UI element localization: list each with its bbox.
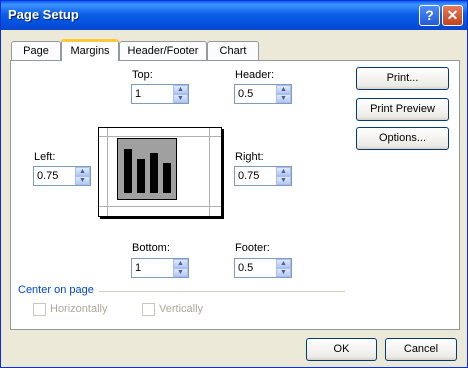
left-margin-spinner[interactable]: 0.75 ▲ ▼	[33, 166, 91, 186]
spin-down-icon[interactable]: ▼	[276, 176, 291, 185]
footer-label: Footer:	[235, 242, 270, 254]
window-title: Page Setup	[8, 7, 79, 22]
header-guide	[99, 136, 221, 137]
spin-up-icon[interactable]: ▲	[276, 167, 291, 176]
footer-margin-spinner[interactable]: 0.5 ▲ ▼	[234, 258, 292, 278]
bottom-label: Bottom:	[132, 242, 170, 254]
left-guide	[107, 128, 108, 216]
spin-up-icon[interactable]: ▲	[75, 167, 90, 176]
print-button[interactable]: Print...	[356, 67, 449, 90]
left-label: Left:	[34, 151, 56, 163]
chart-preview-icon	[117, 138, 177, 200]
spin-up-icon[interactable]: ▲	[276, 259, 291, 268]
ok-button[interactable]: OK	[306, 338, 377, 361]
spin-up-icon[interactable]: ▲	[173, 85, 188, 94]
vertically-checkbox[interactable]	[142, 303, 155, 316]
tab-chart[interactable]: Chart	[207, 41, 259, 60]
spin-down-icon[interactable]: ▼	[276, 268, 291, 277]
preview-bar	[163, 163, 171, 193]
spin-up-icon[interactable]: ▲	[173, 259, 188, 268]
left-margin-value: 0.75	[37, 170, 59, 182]
right-margin-value: 0.75	[238, 170, 260, 182]
header-margin-spinner[interactable]: 0.5 ▲ ▼	[234, 84, 292, 104]
center-on-page-label: Center on page	[18, 284, 94, 296]
tab-header-footer[interactable]: Header/Footer	[119, 41, 207, 60]
preview-bar	[137, 159, 145, 193]
horizontally-checkbox[interactable]	[33, 303, 46, 316]
bottom-margin-spinner[interactable]: 1 ▲ ▼	[131, 258, 189, 278]
top-label: Top:	[132, 69, 153, 81]
vertically-label: Vertically	[159, 303, 204, 315]
header-label: Header:	[235, 69, 275, 81]
tab-margins[interactable]: Margins	[61, 39, 119, 61]
spin-down-icon[interactable]: ▼	[276, 94, 291, 103]
spin-up-icon[interactable]: ▲	[276, 85, 291, 94]
options-button[interactable]: Options...	[356, 127, 449, 150]
close-icon[interactable]: ✕	[442, 5, 463, 26]
header-margin-value: 0.5	[238, 88, 254, 100]
footer-margin-value: 0.5	[238, 262, 254, 274]
tab-page[interactable]: Page	[11, 41, 61, 60]
spin-down-icon[interactable]: ▼	[173, 94, 188, 103]
cancel-button[interactable]: Cancel	[385, 338, 457, 361]
right-margin-spinner[interactable]: 0.75 ▲ ▼	[234, 166, 292, 186]
spin-down-icon[interactable]: ▼	[75, 176, 90, 185]
top-margin-value: 1	[135, 88, 142, 100]
page-setup-dialog: Page Setup ? ✕ Page Margins Header/Foote…	[0, 0, 468, 368]
bottom-margin-value: 1	[135, 262, 142, 274]
spin-down-icon[interactable]: ▼	[173, 268, 188, 277]
print-preview-button[interactable]: Print Preview	[356, 98, 449, 121]
right-guide	[209, 128, 210, 216]
footer-guide	[99, 206, 221, 207]
right-label: Right:	[235, 151, 264, 163]
group-divider	[99, 291, 345, 292]
page-preview	[98, 127, 222, 217]
help-icon[interactable]: ?	[419, 5, 440, 26]
horizontally-label: Horizontally	[50, 303, 108, 315]
preview-bar	[124, 149, 132, 193]
preview-bar	[150, 153, 158, 193]
title-bar: Page Setup ? ✕	[1, 1, 467, 30]
top-margin-spinner[interactable]: 1 ▲ ▼	[131, 84, 189, 104]
